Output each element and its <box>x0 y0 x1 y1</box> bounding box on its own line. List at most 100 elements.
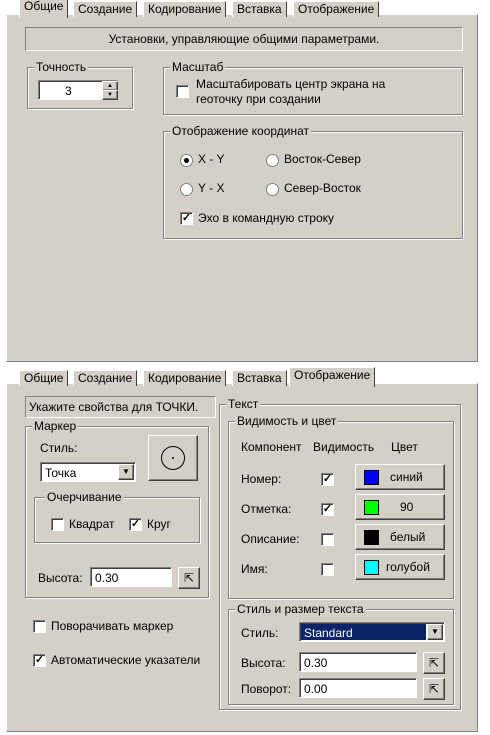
scale-checkbox[interactable] <box>176 85 189 98</box>
square-checkbox-label: Квадрат <box>69 517 115 531</box>
marker-preview-button[interactable] <box>148 435 198 481</box>
tab-encoding[interactable]: Кодирование <box>143 1 227 17</box>
scale-group: Масштаб Масштабировать центр экрана на г… <box>163 60 463 115</box>
point-description-text: Укажите свойства для ТОЧКИ. <box>29 400 199 414</box>
marker-height-field[interactable]: 0.30 <box>90 567 172 587</box>
auto-pointers-checkbox[interactable]: ✓ <box>33 654 46 667</box>
outline-group: Очерчивание Квадрат ✓ Круг <box>34 490 200 543</box>
pick-cursor-icon: ⇱ <box>428 682 440 696</box>
outline-label: Очерчивание <box>45 490 124 504</box>
text-style-select[interactable]: Standard <box>299 622 445 642</box>
text-style-label: Стиль и размер текста <box>235 602 366 616</box>
row-elevation-visible[interactable]: ✓ <box>321 503 334 516</box>
tab-general[interactable]: Общие <box>19 0 69 18</box>
circle-dot-icon <box>161 446 185 470</box>
visibility-color-label: Видимость и цвет <box>235 414 339 428</box>
tab-insert-2[interactable]: Вставка <box>232 370 287 386</box>
tab-general-2[interactable]: Общие <box>19 370 69 386</box>
precision-value: 3 <box>65 84 72 98</box>
tab-creation[interactable]: Создание <box>73 1 138 17</box>
color-name: 90 <box>400 500 414 514</box>
radio-xy-label: X - Y <box>198 152 225 166</box>
precision-spinner-down[interactable]: ▼ <box>102 90 118 100</box>
radio-yx[interactable] <box>180 183 193 196</box>
scale-label: Масштаб <box>170 60 226 74</box>
text-style-value: Standard <box>304 626 353 640</box>
row-description-color-button[interactable]: белый <box>355 524 445 550</box>
row-number-visible[interactable]: ✓ <box>321 473 334 486</box>
row-name-name: Имя: <box>241 562 268 576</box>
row-name-color-button[interactable]: голубой <box>355 554 445 580</box>
color-swatch <box>364 560 379 575</box>
circle-checkbox[interactable]: ✓ <box>129 518 142 531</box>
display-settings-panel: Общие Создание Кодирование Вставка Отобр… <box>6 367 478 732</box>
text-group: Текст Видимость и цвет Компонент Видимос… <box>219 397 461 710</box>
rotate-marker-checkbox[interactable] <box>33 620 46 633</box>
text-rotation-label: Поворот: <box>241 682 292 696</box>
color-name: голубой <box>386 560 430 574</box>
pick-cursor-icon: ⇱ <box>428 656 440 670</box>
marker-height-value: 0.30 <box>95 571 119 585</box>
text-rotation-value: 0.00 <box>304 682 328 696</box>
precision-label: Точность <box>34 60 89 74</box>
tab-display[interactable]: Отображение <box>293 1 380 17</box>
chevron-down-icon[interactable]: ▼ <box>427 624 443 640</box>
text-height-label: Высота: <box>241 656 286 670</box>
marker-group: Маркер Стиль: Точка ▼ Очерчивание Квадра… <box>25 419 209 598</box>
circle-checkbox-label: Круг <box>147 517 171 531</box>
chevron-down-icon[interactable]: ▼ <box>118 464 134 480</box>
precision-group: Точность 3 ▲ ▼ <box>27 60 133 109</box>
row-description-name: Описание: <box>241 532 300 546</box>
color-swatch <box>364 530 379 545</box>
radio-east-north[interactable] <box>266 154 279 167</box>
color-name: белый <box>390 530 426 544</box>
echo-checkbox[interactable]: ✓ <box>180 212 193 225</box>
text-style-field-label: Стиль: <box>241 626 279 640</box>
radio-xy[interactable] <box>180 154 193 167</box>
text-height-pick-button[interactable]: ⇱ <box>423 652 445 674</box>
row-name-visible[interactable] <box>321 563 334 576</box>
tab-encoding-2[interactable]: Кодирование <box>143 370 227 386</box>
scale-checkbox-label: Масштабировать центр экрана на геоточку … <box>196 77 386 106</box>
color-swatch <box>364 470 379 485</box>
general-settings-panel: Общие Создание Кодирование Вставка Отобр… <box>6 0 478 362</box>
rotate-marker-label: Поворачивать маркер <box>51 619 174 633</box>
coords-label: Отображение координат <box>170 124 311 138</box>
pick-cursor-icon: ⇱ <box>183 571 195 585</box>
color-name: синий <box>390 470 423 484</box>
tab-creation-2[interactable]: Создание <box>73 370 138 386</box>
radio-east-north-label: Восток-Север <box>284 152 361 166</box>
text-rotation-pick-button[interactable]: ⇱ <box>423 678 445 700</box>
marker-style-label: Стиль: <box>40 441 78 455</box>
tab-insert[interactable]: Вставка <box>232 1 287 17</box>
text-style-group: Стиль и размер текста Стиль: Standard ▼ … <box>228 602 454 705</box>
radio-yx-label: Y - X <box>198 181 225 195</box>
header-component: Компонент <box>241 440 302 454</box>
text-rotation-field[interactable]: 0.00 <box>299 678 417 698</box>
echo-checkbox-label: Эхо в командную строку <box>198 211 335 225</box>
text-height-field[interactable]: 0.30 <box>299 652 417 672</box>
tab-display-2[interactable]: Отображение <box>289 367 376 387</box>
row-number-name: Номер: <box>241 472 282 486</box>
description-text: Установки, управляющие общими параметрам… <box>108 32 380 46</box>
row-description-visible[interactable] <box>321 533 334 546</box>
point-description: Укажите свойства для ТОЧКИ. <box>25 396 216 418</box>
radio-north-east-label: Север-Восток <box>284 181 361 195</box>
marker-height-pick-button[interactable]: ⇱ <box>178 567 200 589</box>
header-color: Цвет <box>391 440 418 454</box>
text-label: Текст <box>226 397 261 411</box>
marker-height-label: Высота: <box>38 571 83 585</box>
square-checkbox[interactable] <box>51 518 64 531</box>
radio-north-east[interactable] <box>266 183 279 196</box>
row-elevation-name: Отметка: <box>241 502 292 516</box>
header-visibility: Видимость <box>313 440 375 454</box>
coords-group: Отображение координат X - Y Восток-Север… <box>163 124 463 239</box>
row-elevation-color-button[interactable]: 90 <box>355 494 445 520</box>
auto-pointers-label: Автоматические указатели <box>51 653 201 667</box>
description-banner: Установки, управляющие общими параметрам… <box>25 27 463 51</box>
color-swatch <box>364 500 379 515</box>
text-height-value: 0.30 <box>304 656 328 670</box>
row-number-color-button[interactable]: синий <box>355 464 445 490</box>
marker-style-value: Точка <box>45 466 77 480</box>
marker-label: Маркер <box>32 419 79 433</box>
